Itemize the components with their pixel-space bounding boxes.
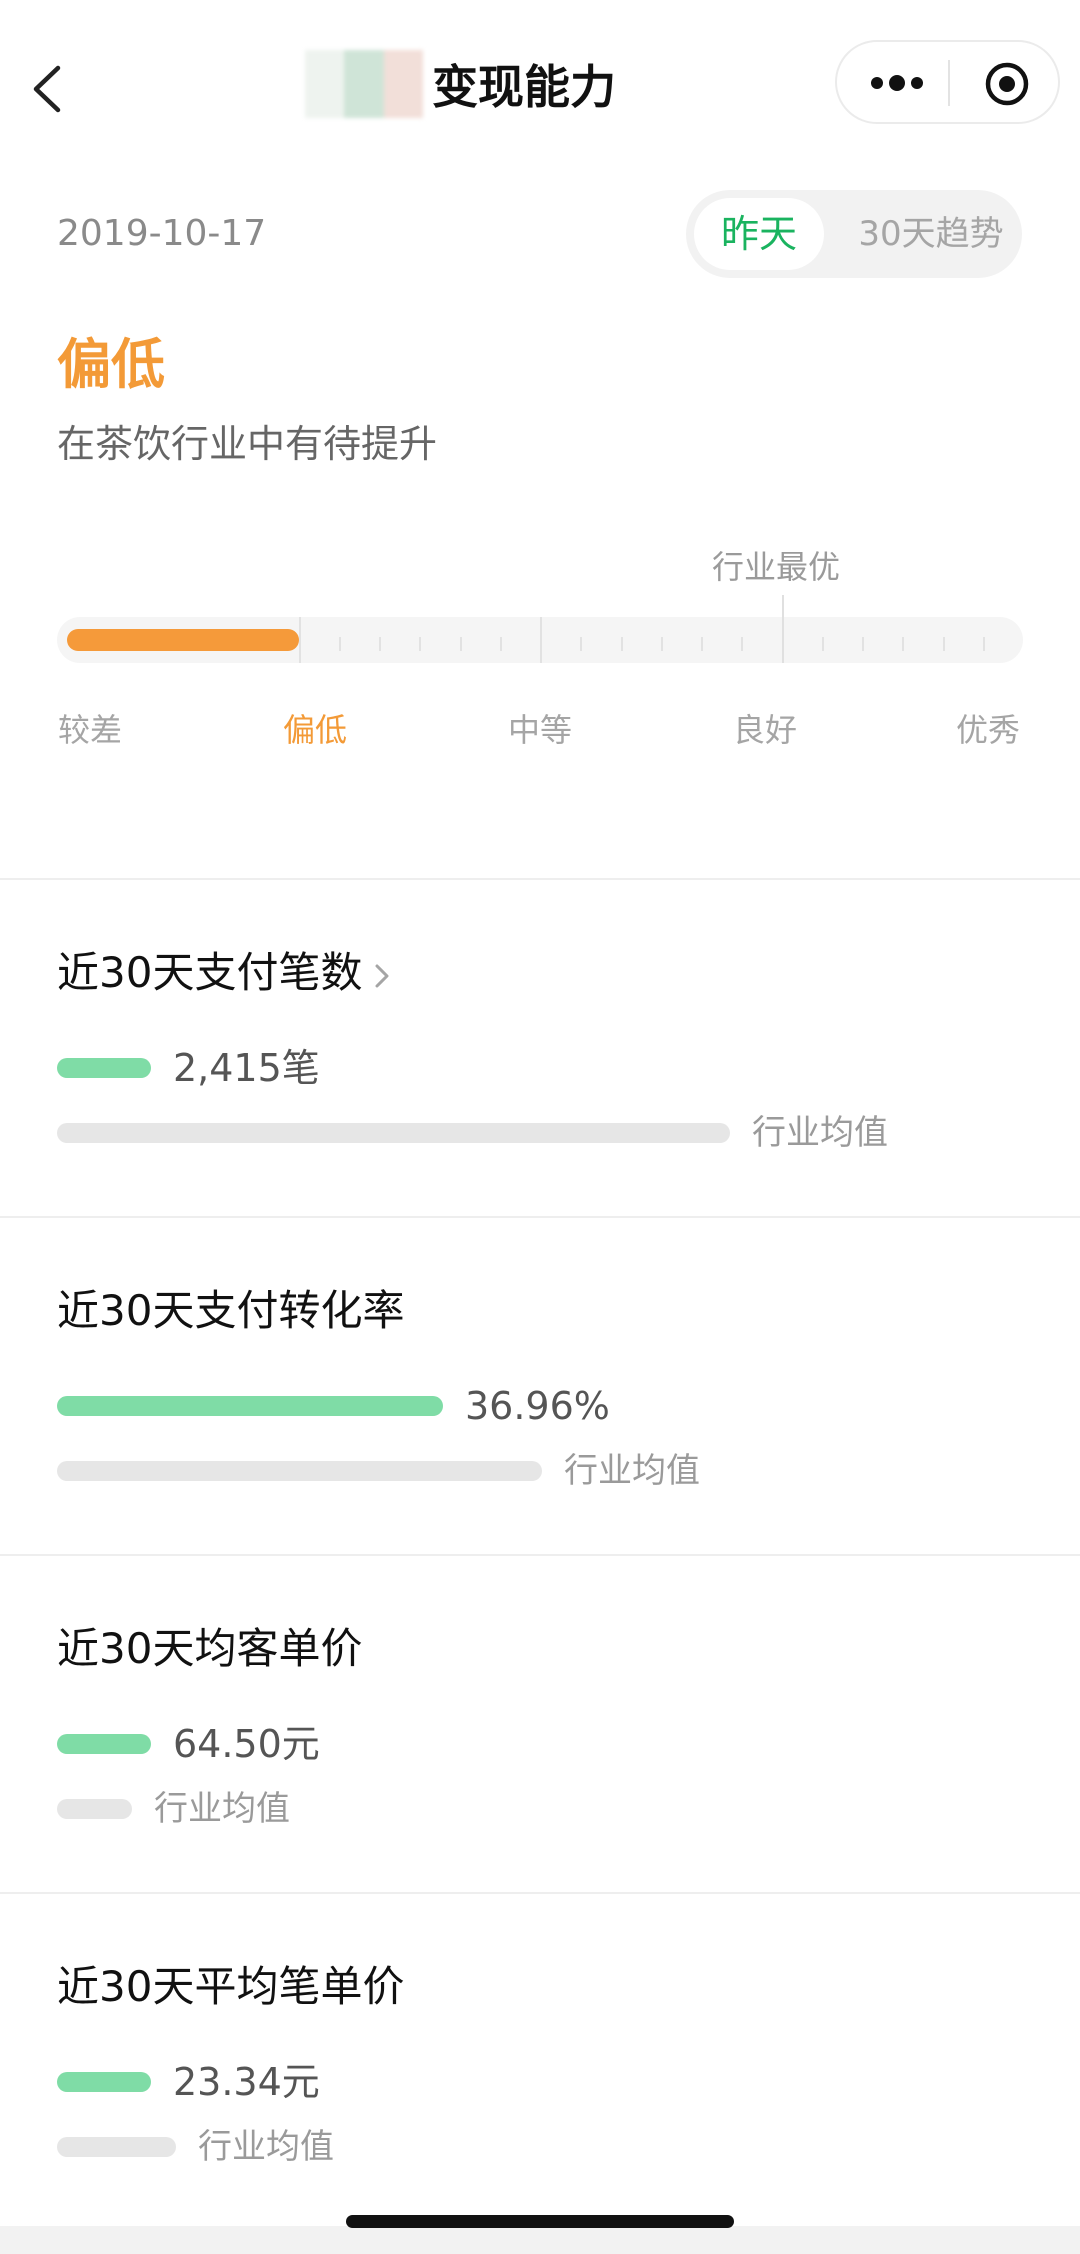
back-icon[interactable] — [28, 64, 68, 114]
level-tick — [862, 637, 864, 651]
industry-average-bar — [57, 1799, 132, 1819]
level-tick — [621, 637, 623, 651]
industry-average-label: 行业均值 — [198, 2127, 334, 2167]
industry-average-label: 行业均值 — [154, 1789, 290, 1829]
level-tick — [460, 637, 462, 651]
more-icon[interactable] — [869, 68, 925, 98]
metric-title: 近30天支付转化率 — [57, 1282, 404, 1340]
page-title: 变现能力 — [432, 60, 616, 114]
industry-best-marker — [782, 595, 784, 663]
level-tick — [741, 637, 743, 651]
metric-value: 64.50元 — [173, 1722, 320, 1766]
capsule-divider — [948, 60, 950, 106]
metric-title-text: 近30天平均笔单价 — [57, 1962, 405, 2011]
level-major-tick — [299, 617, 301, 663]
mini-program-capsule — [835, 40, 1060, 124]
industry-average-bar — [57, 1461, 542, 1481]
bottom-band — [0, 2226, 1080, 2254]
metric-title: 近30天均客单价 — [57, 1620, 362, 1678]
level-label: 偏低 — [57, 333, 165, 396]
industry-average-bar — [57, 1123, 730, 1143]
tab-30day-trend[interactable]: 30天趋势 — [846, 198, 1016, 270]
scale-label: 良好 — [732, 711, 797, 749]
level-progress-fill — [67, 629, 299, 651]
level-tick — [701, 637, 703, 651]
scale-label: 较差 — [57, 711, 122, 749]
level-tick — [661, 637, 663, 651]
level-description: 在茶饮行业中有待提升 — [57, 422, 438, 466]
metric-self-bar — [57, 1734, 151, 1754]
level-tick — [339, 637, 341, 651]
close-target-icon[interactable] — [983, 60, 1031, 108]
chevron-right-icon[interactable] — [372, 961, 392, 991]
metric-value: 2,415笔 — [173, 1046, 320, 1090]
level-tick — [902, 637, 904, 651]
metric-self-bar — [57, 2072, 151, 2092]
industry-average-bar — [57, 2137, 176, 2157]
metric-title-text: 近30天支付转化率 — [57, 1286, 405, 1335]
level-tick — [379, 637, 381, 651]
level-tick — [419, 637, 421, 651]
metric-title-text: 近30天支付笔数 — [57, 948, 363, 997]
metric-self-bar — [57, 1058, 151, 1078]
level-tick — [500, 637, 502, 651]
tab-yesterday[interactable]: 昨天 — [694, 198, 824, 270]
metric-title[interactable]: 近30天支付笔数 — [57, 944, 392, 1002]
level-major-tick — [540, 617, 542, 663]
section-divider — [0, 1216, 1080, 1218]
section-divider — [0, 878, 1080, 880]
scale-label: 偏低 — [282, 711, 347, 749]
metric-title-text: 近30天均客单价 — [57, 1624, 363, 1673]
scale-label: 中等 — [507, 711, 572, 749]
metric-title: 近30天平均笔单价 — [57, 1958, 404, 2016]
scale-label: 优秀 — [955, 711, 1020, 749]
metric-self-bar — [57, 1396, 443, 1416]
industry-best-label: 行业最优 — [712, 548, 841, 586]
home-indicator — [346, 2215, 734, 2228]
avatar — [305, 50, 423, 118]
metric-value: 36.96% — [465, 1384, 610, 1428]
section-divider — [0, 1892, 1080, 1894]
date-label: 2019-10-17 — [57, 213, 267, 254]
level-tick — [983, 637, 985, 651]
period-toggle: 昨天 30天趋势 — [686, 190, 1022, 278]
section-divider — [0, 1554, 1080, 1556]
level-tick — [822, 637, 824, 651]
level-progress-track — [57, 595, 1023, 663]
industry-average-label: 行业均值 — [752, 1113, 888, 1153]
level-tick — [943, 637, 945, 651]
industry-average-label: 行业均值 — [564, 1451, 700, 1491]
metric-value: 23.34元 — [173, 2060, 320, 2104]
level-tick — [580, 637, 582, 651]
